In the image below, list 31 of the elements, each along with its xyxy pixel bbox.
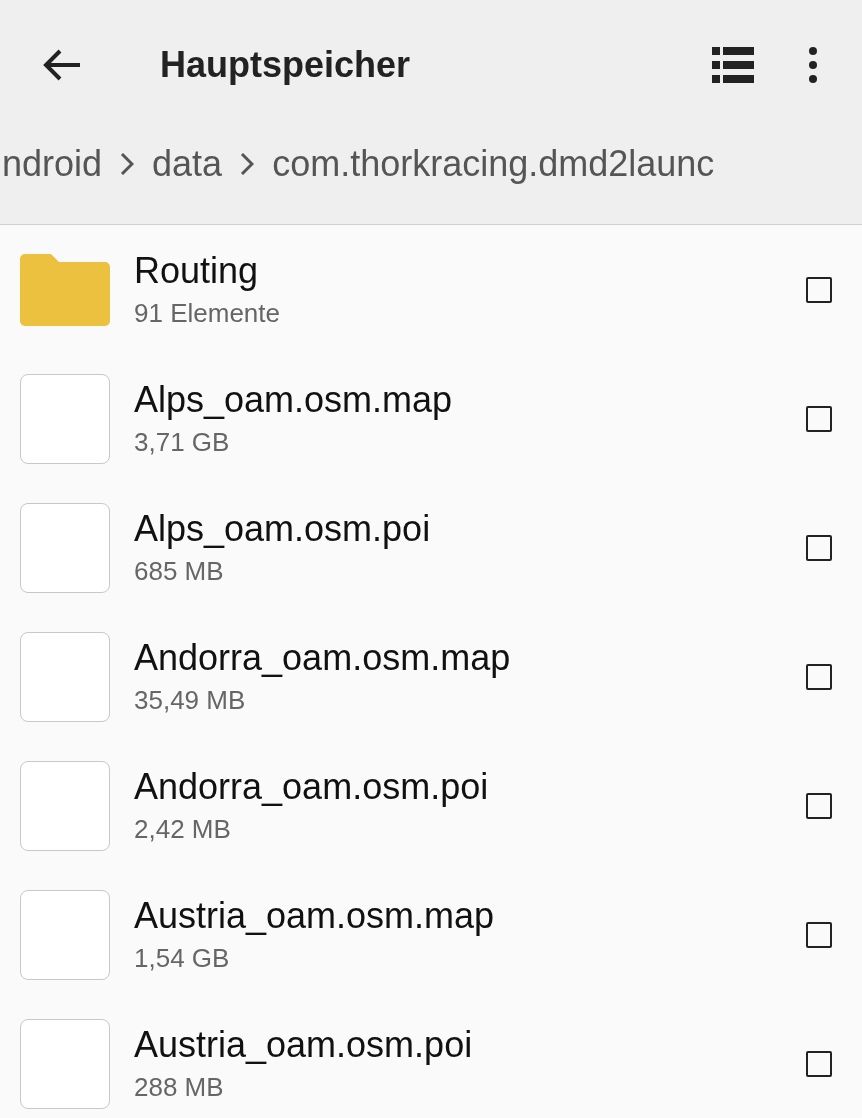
file-name: Alps_oam.osm.map [134,379,454,421]
checkbox[interactable] [806,792,832,819]
file-name: Austria_oam.osm.map [134,895,496,937]
chevron-icon [240,151,255,176]
file-name: Andorra_oam.osm.poi [134,766,490,808]
breadcrumb-item[interactable]: com.thorkracing.dmd2launc [272,142,715,185]
checkbox[interactable] [806,276,832,303]
checkbox[interactable] [806,534,832,561]
file-name: Austria_oam.osm.poi [134,1024,474,1066]
file-details: 91 Elemente [134,298,281,329]
file-name: Andorra_oam.osm.map [134,637,512,679]
checkbox[interactable] [806,1050,832,1077]
chevron-icon [120,151,135,176]
screen-title: Hauptspeicher [160,44,412,86]
checkbox[interactable] [806,921,832,948]
file-name: Routing [134,250,260,292]
breadcrumb-item[interactable]: ndroid [2,142,103,185]
file-name: Alps_oam.osm.poi [134,508,432,550]
breadcrumb-item[interactable]: data [152,142,223,185]
back-arrow-icon[interactable] [42,48,82,82]
file-details: 685 MB [134,556,225,587]
file-details: 2,42 MB [134,814,232,845]
file-details: 35,49 MB [134,685,247,716]
checkbox[interactable] [806,405,832,432]
list-view-icon[interactable] [712,47,754,83]
more-options-icon[interactable] [808,47,818,83]
folder-icon [20,252,110,327]
file-details: 3,71 GB [134,427,231,458]
file-details: 288 MB [134,1072,225,1103]
file-details: 1,54 GB [134,943,231,974]
checkbox[interactable] [806,663,832,690]
